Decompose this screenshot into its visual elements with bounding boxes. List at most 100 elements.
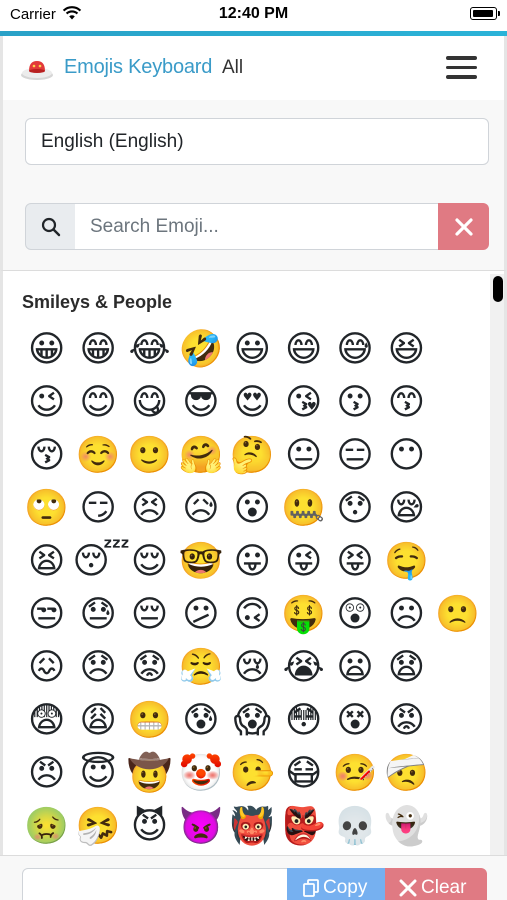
- emoji-item[interactable]: 🤒: [329, 747, 380, 800]
- emoji-item[interactable]: 😤: [175, 641, 226, 694]
- emoji-item[interactable]: 😉: [21, 376, 72, 429]
- emoji-item[interactable]: 😴: [72, 535, 130, 588]
- emoji-item[interactable]: 😛: [227, 535, 278, 588]
- emoji-item[interactable]: 👻: [381, 800, 432, 853]
- emoji-item[interactable]: 😌: [124, 535, 175, 588]
- emoji-item[interactable]: 😢: [227, 641, 278, 694]
- emoji-item[interactable]: 😘: [278, 376, 329, 429]
- emoji-item[interactable]: 😱: [227, 694, 278, 747]
- emoji-item[interactable]: 😧: [381, 641, 432, 694]
- emoji-item[interactable]: 😗: [329, 376, 380, 429]
- emoji-item[interactable]: 🤠: [124, 747, 175, 800]
- emoji-item[interactable]: 🤗: [175, 429, 226, 482]
- emoji-item[interactable]: 😄: [278, 323, 329, 376]
- emoji-item[interactable]: ☹: [381, 588, 432, 641]
- emoji-item[interactable]: 🙂: [124, 429, 175, 482]
- emoji-item[interactable]: 😍: [227, 376, 278, 429]
- emoji-item[interactable]: 😵: [329, 694, 380, 747]
- emoji-item[interactable]: 👺: [278, 800, 329, 853]
- emoji-item[interactable]: 😈: [124, 800, 175, 853]
- emoji-item[interactable]: 😇: [72, 747, 123, 800]
- emoji-item[interactable]: 🤡: [175, 747, 226, 800]
- clear-button[interactable]: Clear: [385, 868, 487, 900]
- emoji-item[interactable]: 🤓: [175, 535, 226, 588]
- emoji-item[interactable]: 😟: [124, 641, 175, 694]
- emoji-item[interactable]: 😙: [381, 376, 432, 429]
- emoji-item[interactable]: 😡: [381, 694, 432, 747]
- emoji-item[interactable]: 🤢: [21, 800, 72, 853]
- emoji-item[interactable]: 😥: [175, 482, 226, 535]
- controls-panel: English (English): [0, 100, 507, 270]
- brand-title[interactable]: Emojis Keyboard: [64, 56, 212, 79]
- emoji-item[interactable]: 😫: [21, 535, 72, 588]
- emoji-item[interactable]: 😎: [175, 376, 226, 429]
- emoji-item[interactable]: 😶: [381, 429, 432, 482]
- emoji-item[interactable]: 😬: [124, 694, 175, 747]
- emoji-item[interactable]: 🙄: [21, 482, 72, 535]
- emoji-item[interactable]: 😨: [21, 694, 72, 747]
- logo-icon[interactable]: [19, 54, 55, 82]
- emoji-item[interactable]: 🤔: [227, 429, 278, 482]
- emoji-item[interactable]: 😝: [329, 535, 380, 588]
- emoji-row: 😖 😞 😟 😤 😢 😭 😦 😧: [21, 641, 483, 694]
- emoji-item[interactable]: 😮: [227, 482, 278, 535]
- emoji-item[interactable]: 😋: [124, 376, 175, 429]
- emoji-item[interactable]: 😲: [329, 588, 380, 641]
- emoji-item[interactable]: 😕: [175, 588, 226, 641]
- search-input[interactable]: [75, 203, 439, 250]
- emoji-item[interactable]: 🤣: [175, 323, 226, 376]
- copy-label: Copy: [323, 877, 368, 898]
- emoji-item[interactable]: 😅: [329, 323, 380, 376]
- emoji-item[interactable]: 😞: [72, 641, 123, 694]
- emoji-item[interactable]: 😒: [21, 588, 72, 641]
- emoji-item[interactable]: 😰: [175, 694, 226, 747]
- emoji-item[interactable]: 🙃: [227, 588, 278, 641]
- emoji-item[interactable]: ☺️: [72, 429, 123, 482]
- scrollbar-track[interactable]: [490, 274, 504, 855]
- emoji-item[interactable]: 🤐: [278, 482, 329, 535]
- emoji-item[interactable]: 🙁: [432, 588, 483, 641]
- emoji-item[interactable]: 😜: [278, 535, 329, 588]
- language-select[interactable]: English (English): [25, 118, 489, 165]
- selected-emoji-output[interactable]: [22, 868, 288, 900]
- emoji-item[interactable]: 😠: [21, 747, 72, 800]
- emoji-item[interactable]: 🤑: [278, 588, 329, 641]
- clear-search-button[interactable]: [438, 203, 489, 250]
- search-group: [25, 203, 489, 250]
- emoji-item[interactable]: 😔: [124, 588, 175, 641]
- emoji-item[interactable]: 😖: [21, 641, 72, 694]
- emoji-item[interactable]: 🤥: [227, 747, 278, 800]
- emoji-item[interactable]: 💀: [329, 800, 380, 853]
- emoji-item[interactable]: 😯: [329, 482, 380, 535]
- emoji-item[interactable]: 👿: [175, 800, 226, 853]
- emoji-item[interactable]: 😭: [278, 641, 329, 694]
- emoji-item[interactable]: 😦: [329, 641, 380, 694]
- emoji-row: 😨 😩 😬 😰 😱 😳 😵 😡: [21, 694, 483, 747]
- emoji-item[interactable]: 😷: [278, 747, 329, 800]
- emoji-item[interactable]: 😚: [21, 429, 72, 482]
- emoji-item[interactable]: 😐: [278, 429, 329, 482]
- copy-button[interactable]: Copy: [287, 868, 385, 900]
- emoji-item[interactable]: 😪: [381, 482, 432, 535]
- emoji-item[interactable]: 😣: [124, 482, 175, 535]
- emoji-item[interactable]: 😂: [124, 323, 175, 376]
- emoji-item[interactable]: 😳: [278, 694, 329, 747]
- emoji-item[interactable]: 🤤: [381, 535, 432, 588]
- emoji-item[interactable]: 😏: [72, 482, 123, 535]
- emoji-item[interactable]: 😊: [72, 376, 123, 429]
- emoji-item[interactable]: 😃: [227, 323, 278, 376]
- emoji-item[interactable]: 👹: [227, 800, 278, 853]
- scrollbar-thumb[interactable]: [493, 276, 503, 302]
- emoji-item[interactable]: 🤧: [72, 800, 123, 853]
- emoji-item[interactable]: 😁: [72, 323, 123, 376]
- app-header: Emojis Keyboard All: [0, 36, 507, 100]
- emoji-item[interactable]: 😆: [381, 323, 432, 376]
- emoji-item[interactable]: 😑: [329, 429, 380, 482]
- search-icon[interactable]: [25, 203, 76, 250]
- emoji-item[interactable]: 😩: [72, 694, 123, 747]
- close-icon: [399, 879, 417, 900]
- emoji-item[interactable]: 🤕: [381, 747, 432, 800]
- menu-icon[interactable]: [446, 56, 478, 82]
- emoji-item[interactable]: 😓: [72, 588, 123, 641]
- emoji-item[interactable]: 😀: [21, 323, 72, 376]
